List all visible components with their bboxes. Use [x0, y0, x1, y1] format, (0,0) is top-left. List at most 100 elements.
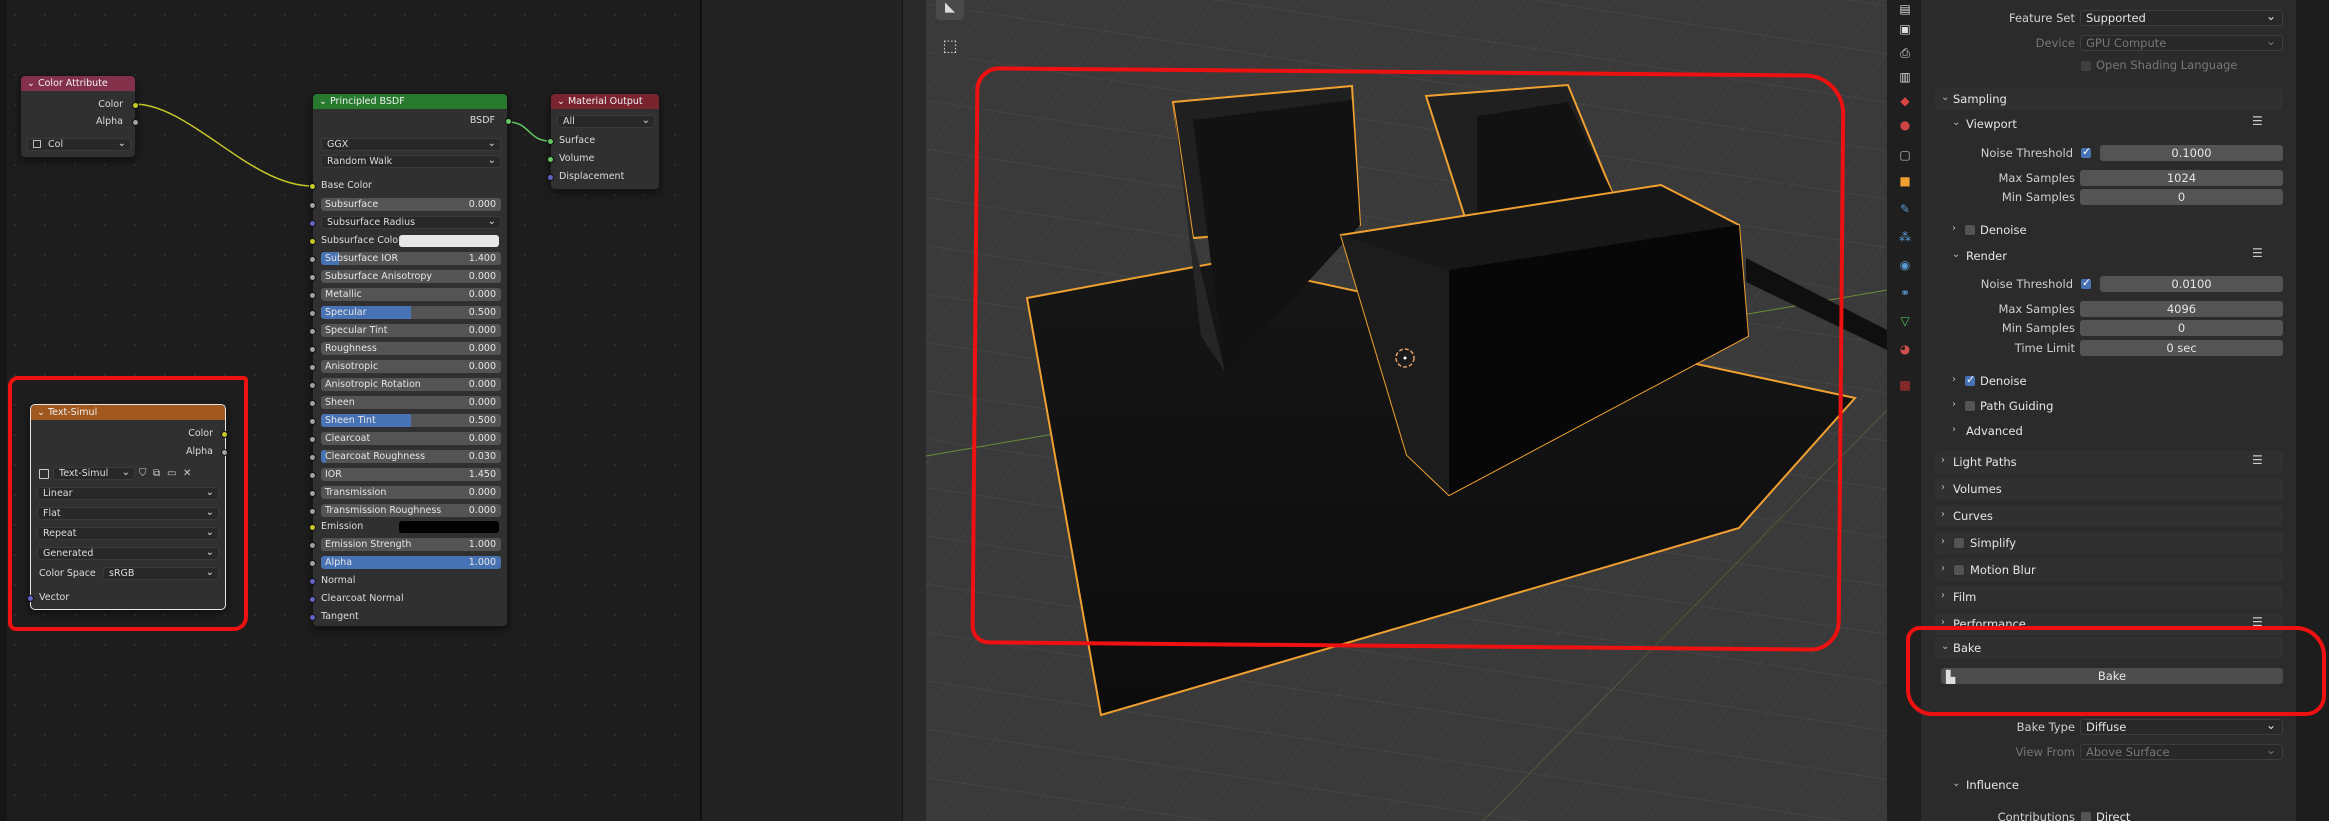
output-bsdf-socket[interactable] — [505, 118, 512, 125]
emission-strength-field[interactable]: Emission Strength 1.000 — [321, 538, 501, 551]
list-icon[interactable]: ☰ — [2252, 246, 2263, 260]
emission-strength-socket[interactable] — [309, 542, 316, 549]
render-subpanel-title[interactable]: Render — [1966, 249, 2007, 263]
bsdf-input-specular[interactable]: Specular 0.500 — [321, 306, 501, 319]
input-socket[interactable] — [309, 436, 316, 443]
advanced-subpanel-title[interactable]: Advanced — [1966, 424, 2023, 438]
render-tab-icon[interactable]: ▣ — [1898, 22, 1912, 36]
volume-socket[interactable] — [547, 156, 554, 163]
view-layer-tab-icon[interactable]: ▥ — [1898, 70, 1912, 84]
distribution-dropdown[interactable]: GGX — [321, 138, 501, 151]
bsdf-input-roughness[interactable]: Roughness 0.000 — [321, 342, 501, 355]
bake-type-dropdown[interactable]: Diffuse — [2080, 719, 2283, 735]
viewport-subpanel-title[interactable]: Viewport — [1966, 117, 2017, 131]
render-min-samples-field[interactable]: 0 — [2080, 320, 2283, 336]
input-socket[interactable] — [309, 328, 316, 335]
emission-socket[interactable] — [309, 524, 316, 531]
bsdf-input-transmission[interactable]: Transmission 0.000 — [321, 486, 501, 499]
bsdf-input-anisotropic-rotation[interactable]: Anisotropic Rotation 0.000 — [321, 378, 501, 391]
influence-subpanel-title[interactable]: Influence — [1966, 778, 2019, 792]
output-target-dropdown[interactable]: All — [557, 115, 655, 128]
color-layer-field[interactable]: Col — [27, 138, 131, 151]
viewport-denoise-checkbox[interactable] — [1964, 224, 1976, 236]
bsdf-input-metallic[interactable]: Metallic 0.000 — [321, 288, 501, 301]
modifier-wrench-icon[interactable]: ✎ — [1898, 202, 1912, 216]
list-icon[interactable]: ☰ — [2252, 114, 2263, 128]
input-socket[interactable] — [309, 400, 316, 407]
bsdf-input-sheen-tint[interactable]: Sheen Tint 0.500 — [321, 414, 501, 427]
list-icon[interactable]: ☰ — [2252, 453, 2263, 467]
input-socket[interactable] — [309, 508, 316, 515]
alpha-field[interactable]: Alpha 1.000 — [321, 556, 501, 569]
surface-socket[interactable] — [547, 138, 554, 145]
panel-enable-checkbox[interactable] — [1953, 537, 1965, 549]
object-tab-icon[interactable]: ■ — [1898, 174, 1912, 188]
bsdf-input-ior[interactable]: IOR 1.450 — [321, 468, 501, 481]
principled-bsdf-node[interactable]: ⌄ Principled BSDF BSDF GGX Random Walk B… — [309, 93, 512, 627]
bsdf-input-specular-tint[interactable]: Specular Tint 0.000 — [321, 324, 501, 337]
material-output-node[interactable]: ⌄ Material Output All Surface Volume Dis… — [547, 93, 660, 190]
render-max-samples-field[interactable]: 4096 — [2080, 301, 2283, 317]
input-socket[interactable] — [309, 256, 316, 263]
noise-threshold-field[interactable]: 0.1000 — [2100, 145, 2283, 161]
input-socket[interactable] — [309, 490, 316, 497]
osl-checkbox[interactable] — [2080, 60, 2092, 72]
render-denoise-checkbox[interactable] — [1964, 373, 1976, 387]
bsdf-input-clearcoat[interactable]: Clearcoat 0.000 — [321, 432, 501, 445]
output-tab-icon[interactable]: ⎙ — [1898, 46, 1912, 60]
tangent-socket[interactable] — [309, 614, 316, 621]
panel-header-film[interactable] — [1935, 586, 2283, 608]
bsdf-input-clearcoat-roughness[interactable]: Clearcoat Roughness 0.030 — [321, 450, 501, 463]
feature-set-dropdown[interactable]: Supported — [2080, 10, 2283, 26]
input-socket[interactable] — [309, 274, 316, 281]
input-socket[interactable] — [309, 238, 316, 245]
normal-socket[interactable] — [309, 578, 316, 585]
input-socket[interactable] — [309, 364, 316, 371]
bsdf-input-subsurface-radius[interactable]: Subsurface Radius — [321, 216, 501, 229]
input-socket[interactable] — [309, 454, 316, 461]
bsdf-input-subsurface[interactable]: Subsurface 0.000 — [321, 198, 501, 211]
max-samples-field[interactable]: 1024 — [2080, 170, 2283, 186]
input-socket[interactable] — [309, 292, 316, 299]
data-tab-icon[interactable]: ▽ — [1898, 314, 1912, 328]
output-color-socket[interactable] — [132, 102, 139, 109]
scene-tab-icon[interactable]: ◆ — [1898, 94, 1912, 108]
time-limit-field[interactable]: 0 sec — [2080, 340, 2283, 356]
path-guiding-checkbox[interactable] — [1964, 400, 1976, 412]
constraints-tab-icon[interactable]: ⚭ — [1898, 286, 1912, 300]
bsdf-input-subsurface-color[interactable]: Subsurface Color — [321, 234, 402, 248]
base-color-socket[interactable] — [309, 183, 316, 190]
view-from-dropdown[interactable]: Above Surface — [2080, 744, 2283, 760]
displacement-socket[interactable] — [547, 174, 554, 181]
alpha-socket[interactable] — [309, 560, 316, 567]
output-alpha-socket[interactable] — [132, 119, 139, 126]
collection-tab-icon[interactable]: ▢ — [1898, 148, 1912, 162]
input-socket[interactable] — [309, 418, 316, 425]
render-noise-threshold-field[interactable]: 0.0100 — [2100, 276, 2283, 292]
bsdf-input-subsurface-anisotropy[interactable]: Subsurface Anisotropy 0.000 — [321, 270, 501, 283]
input-socket[interactable] — [309, 220, 316, 227]
emission-color-swatch[interactable] — [399, 521, 499, 533]
measure-tool-icon[interactable]: ◣ — [936, 0, 964, 20]
device-dropdown[interactable]: GPU Compute — [2080, 35, 2283, 51]
material-tab-icon[interactable]: ◕ — [1898, 342, 1912, 356]
add-cube-tool-icon[interactable]: ⬚ — [936, 33, 964, 61]
noise-threshold-checkbox[interactable] — [2080, 145, 2092, 159]
bsdf-input-anisotropic[interactable]: Anisotropic 0.000 — [321, 360, 501, 373]
bsdf-input-sheen[interactable]: Sheen 0.000 — [321, 396, 501, 409]
input-socket[interactable] — [309, 382, 316, 389]
clearcoat-normal-socket[interactable] — [309, 596, 316, 603]
subsurface-method-dropdown[interactable]: Random Walk — [321, 155, 501, 168]
input-socket[interactable] — [309, 202, 316, 209]
input-socket[interactable] — [309, 472, 316, 479]
subsurface-color-swatch[interactable] — [399, 235, 499, 247]
physics-tab-icon[interactable]: ◉ — [1898, 258, 1912, 272]
world-tab-icon[interactable]: ● — [1898, 118, 1912, 132]
color-attribute-node[interactable]: ⌄ Color Attribute Color Alpha Col — [20, 75, 139, 158]
bsdf-input-transmission-roughness[interactable]: Transmission Roughness 0.000 — [321, 504, 501, 517]
tool-tab-icon[interactable]: ▤ — [1898, 2, 1912, 16]
panel-enable-checkbox[interactable] — [1953, 564, 1965, 576]
min-samples-field[interactable]: 0 — [2080, 189, 2283, 205]
texture-tab-icon[interactable]: ▩ — [1898, 378, 1912, 392]
render-noise-threshold-checkbox[interactable] — [2080, 276, 2092, 290]
